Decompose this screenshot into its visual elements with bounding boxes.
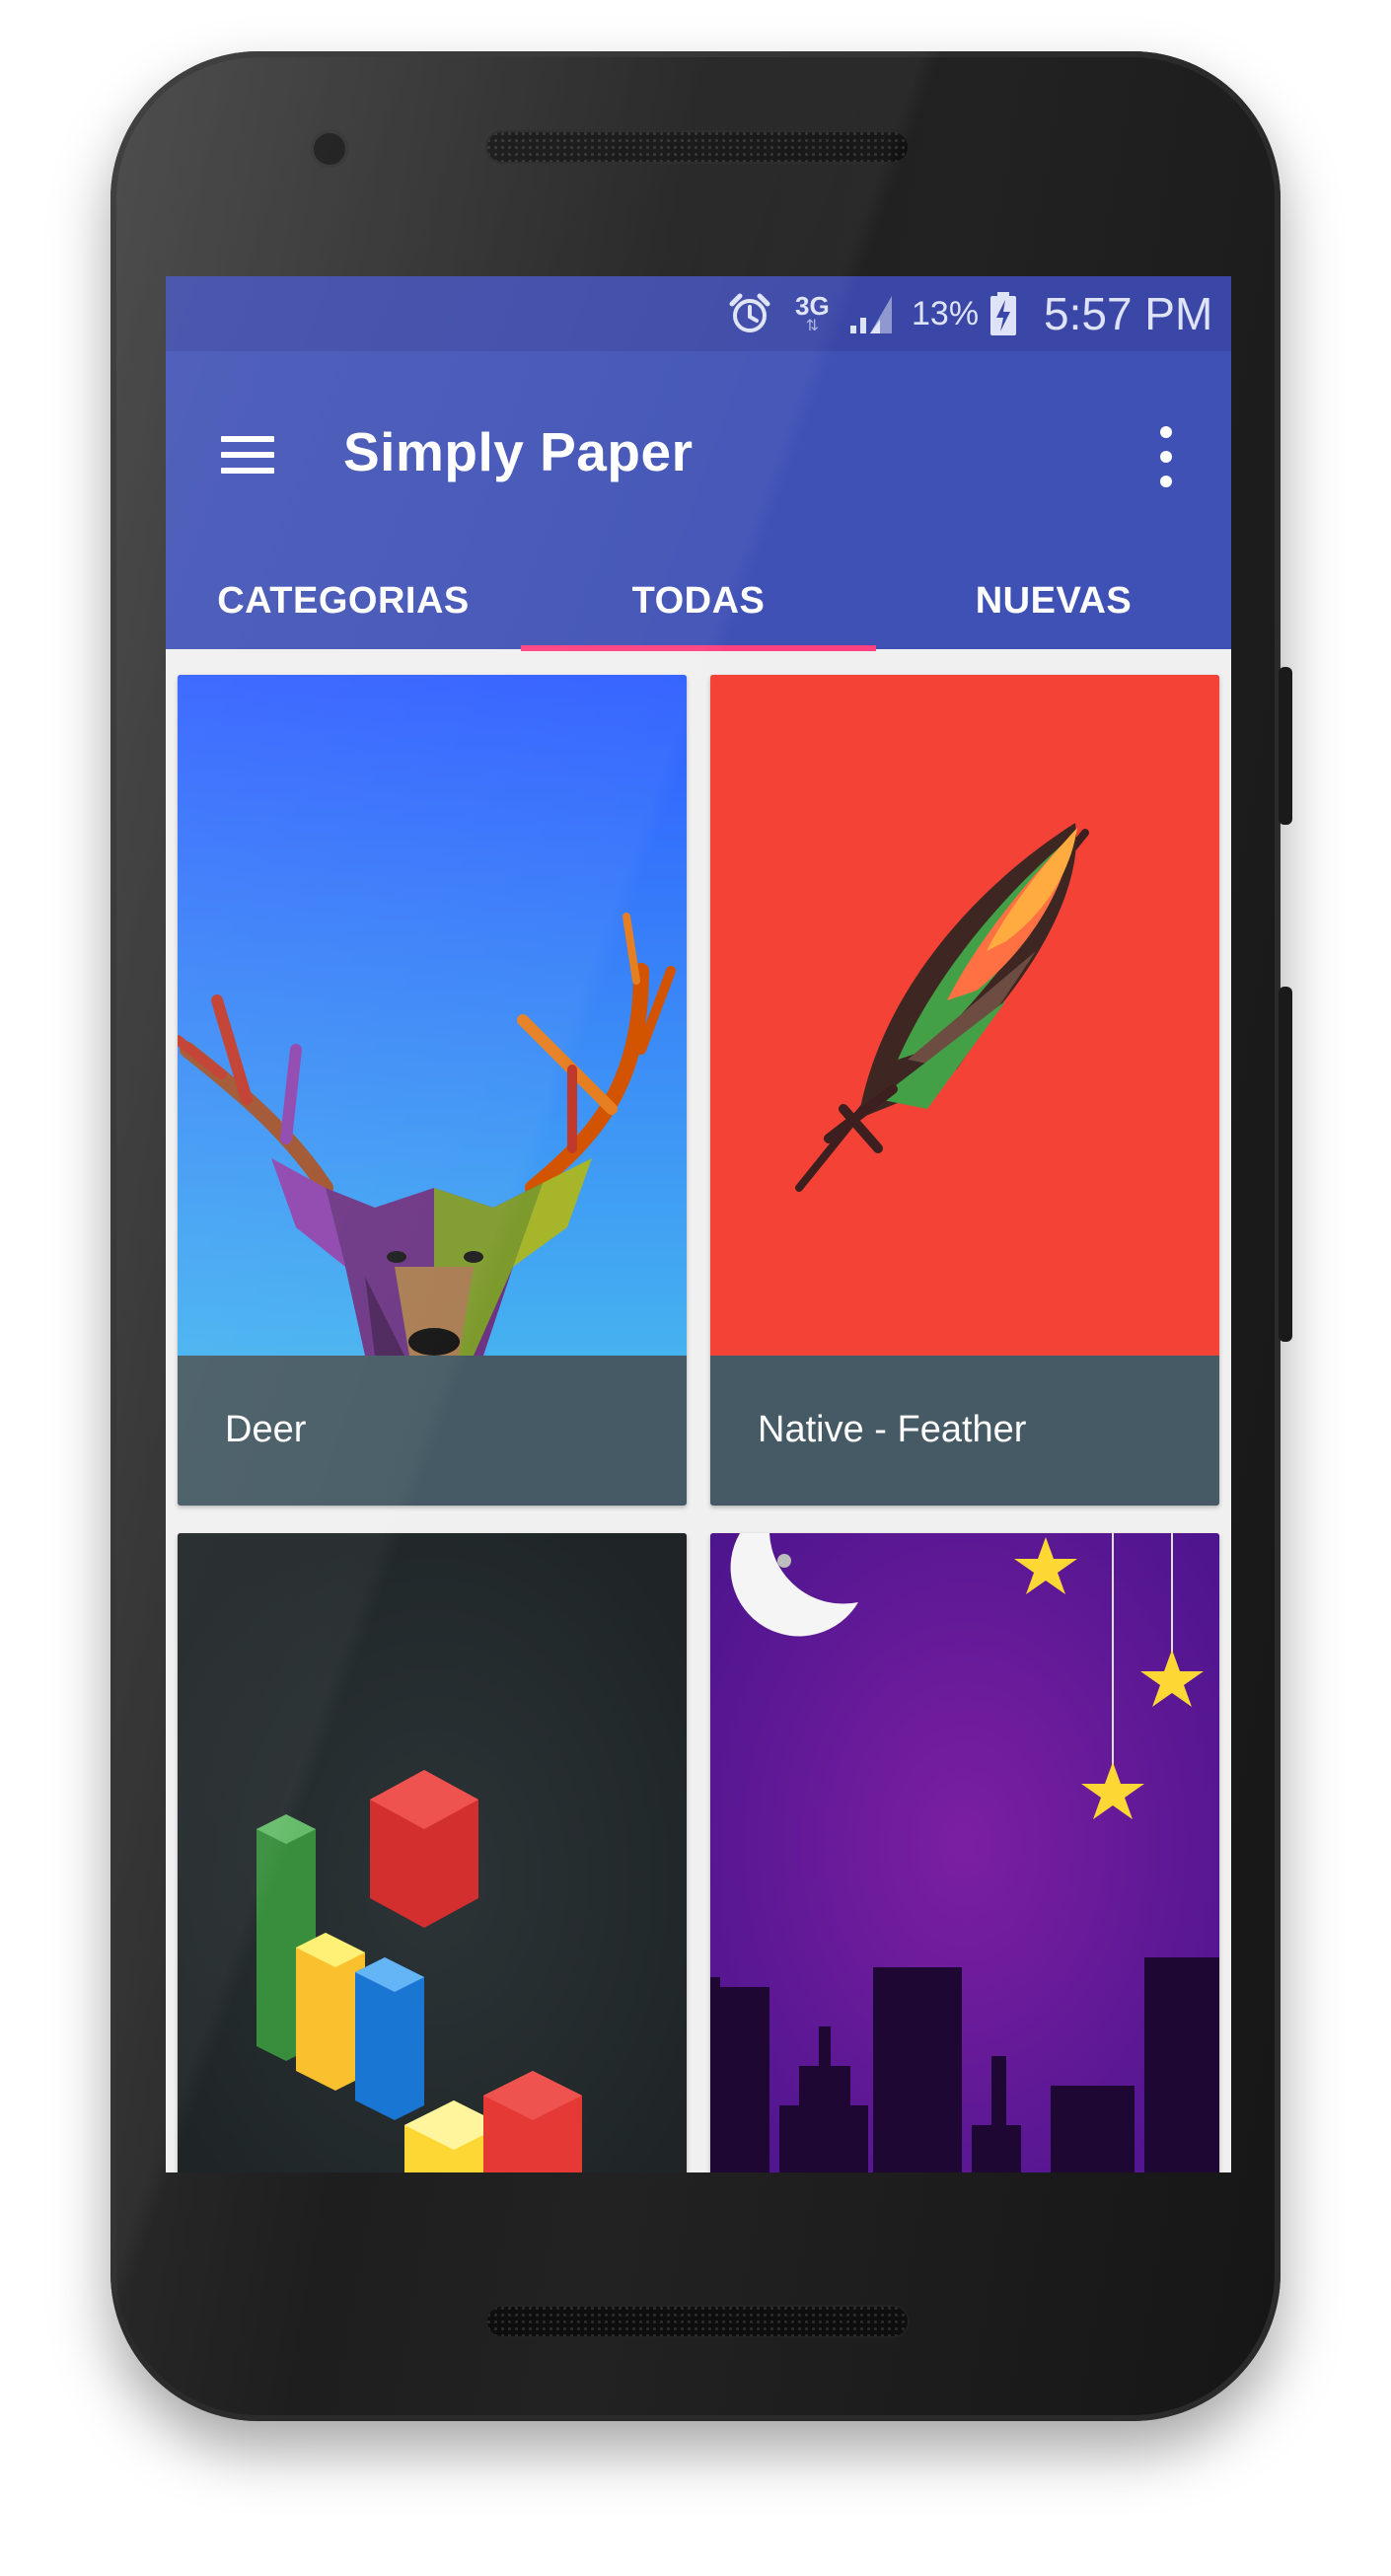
network-label: 3G xyxy=(795,291,830,321)
deer-image xyxy=(178,675,687,1356)
feather-image xyxy=(710,675,1219,1356)
status-bar: 3G ⇅ 13% 5:57 PM xyxy=(166,276,1231,351)
wallpaper-card-deer[interactable]: Deer xyxy=(178,675,687,1506)
more-vert-icon[interactable] xyxy=(1154,422,1178,491)
clock-text: 5:57 PM xyxy=(1044,288,1213,339)
app-title: Simply Paper xyxy=(343,421,694,482)
alarm-icon xyxy=(726,290,773,337)
blocks-image xyxy=(178,1533,687,2172)
wallpaper-card-native-feather[interactable]: Native - Feather xyxy=(710,675,1219,1506)
top-speaker xyxy=(485,130,910,164)
tab-indicator xyxy=(521,645,876,651)
tab-nuevas[interactable]: NUEVAS xyxy=(876,580,1231,649)
wallpaper-card-night-city[interactable] xyxy=(710,1533,1219,2172)
network-3g-icon: 3G ⇅ xyxy=(795,290,830,337)
wallpaper-title: Native - Feather xyxy=(758,1409,1027,1450)
screen: 3G ⇅ 13% 5:57 PM Simply Paper CATEGORIAS… xyxy=(166,276,1231,2172)
signal-icon xyxy=(846,290,896,337)
power-button xyxy=(1279,667,1292,825)
battery-charging-icon xyxy=(988,290,1018,337)
menu-icon[interactable] xyxy=(221,436,278,476)
night-city-image xyxy=(710,1533,1219,2172)
bottom-speaker xyxy=(485,2305,910,2338)
wallpaper-title: Deer xyxy=(225,1409,307,1450)
wallpaper-card-blocks[interactable] xyxy=(178,1533,687,2172)
data-arrows-icon: ⇅ xyxy=(805,318,820,334)
tab-categorias[interactable]: CATEGORIAS xyxy=(166,580,521,649)
front-camera xyxy=(311,130,348,168)
app-bar: Simply Paper CATEGORIAS TODAS NUEVAS xyxy=(166,351,1231,649)
volume-button xyxy=(1279,987,1292,1342)
tab-todas[interactable]: TODAS xyxy=(521,580,876,649)
battery-text: 13% xyxy=(912,294,980,332)
